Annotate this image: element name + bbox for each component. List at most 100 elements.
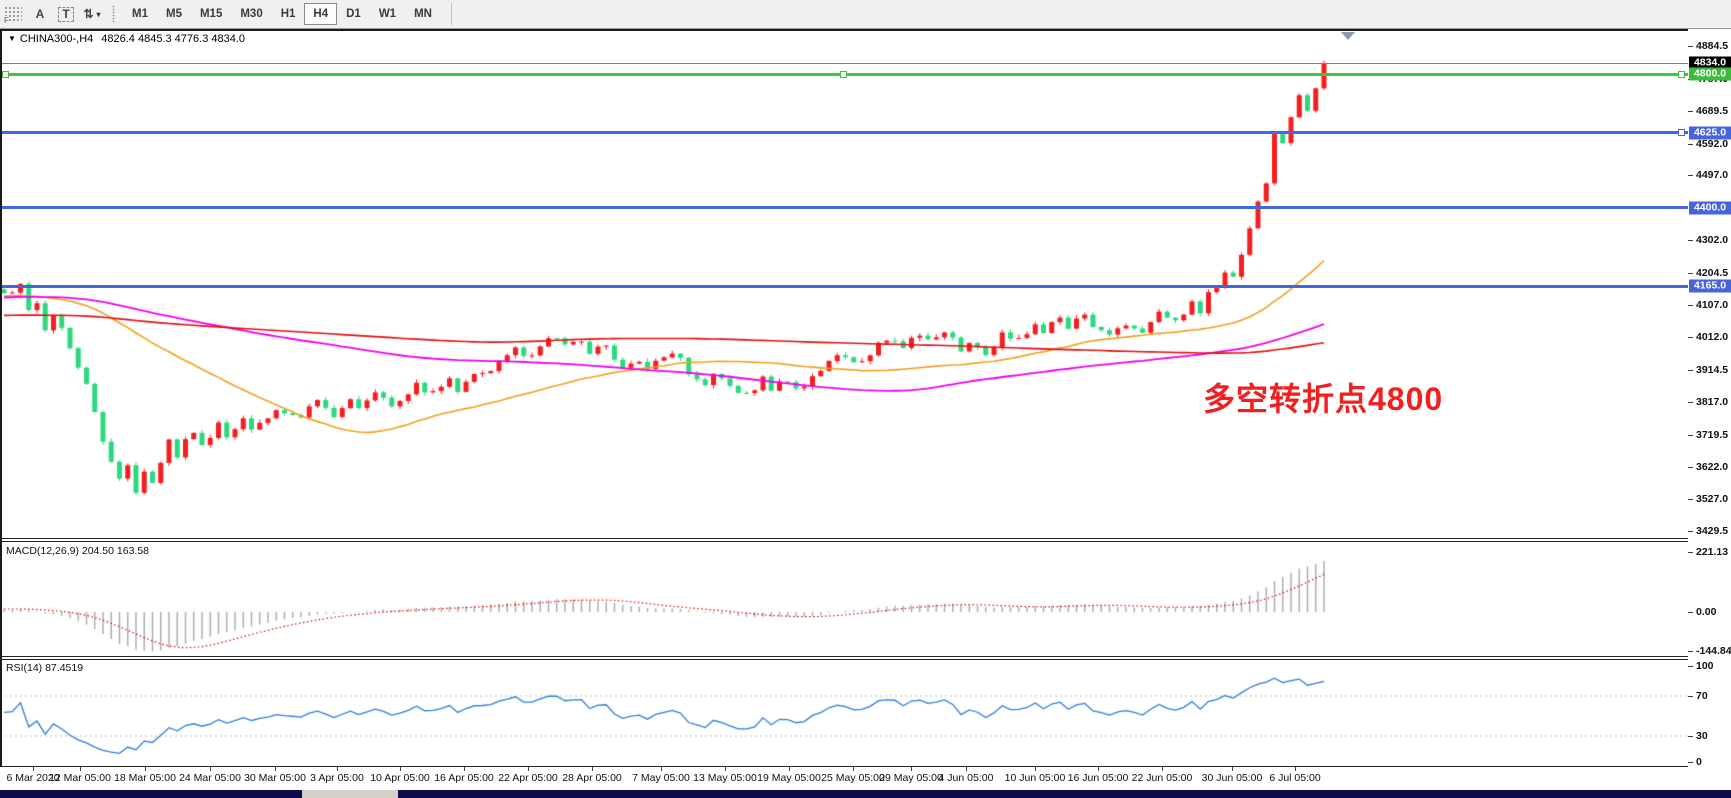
panel-splitter-macd-rsi[interactable] — [0, 659, 1731, 660]
price-tick-label: 3719.5 — [1696, 429, 1728, 441]
time-tick-mark — [789, 767, 790, 771]
toolbar-separator — [112, 5, 115, 23]
cursor-tool-icon: ⇅ — [83, 7, 93, 21]
time-tick-label: 10 Jun 05:00 — [1005, 772, 1066, 784]
text-tool-button[interactable]: A — [28, 3, 52, 25]
time-tick-label: 30 Mar 05:00 — [244, 772, 306, 784]
time-tick-label: 4 Jun 05:00 — [939, 772, 994, 784]
time-tick-label: 13 May 05:00 — [693, 772, 757, 784]
price-tick-mark — [1688, 175, 1693, 176]
time-tick-label: 16 Apr 05:00 — [434, 772, 494, 784]
macd-tick-label: -144.84 — [1696, 645, 1731, 657]
chart-text-annotation[interactable]: 多空转折点4800 — [1203, 374, 1443, 420]
time-tick-mark — [1295, 767, 1296, 771]
time-tick-mark — [1035, 767, 1036, 771]
panel-splitter-main-macd[interactable] — [0, 541, 1731, 542]
timeframe-button-group: M1M5M15M30H1H4D1W1MN — [123, 3, 441, 25]
price-tick-label: 3622.0 — [1696, 461, 1728, 473]
price-tick-label: 3914.5 — [1696, 364, 1728, 376]
time-tick-label: 28 Apr 05:00 — [562, 772, 622, 784]
panel-splitter-macd-rsi[interactable] — [0, 656, 1731, 657]
toolbar-separator — [451, 3, 452, 25]
time-tick-label: 10 Apr 05:00 — [370, 772, 430, 784]
timeframe-button-h1[interactable]: H1 — [272, 3, 305, 25]
timeframe-button-m1[interactable]: M1 — [123, 3, 157, 25]
time-tick-mark — [911, 767, 912, 771]
macd-tick-label: 0.00 — [1696, 606, 1716, 618]
level-line-4625-handle[interactable] — [1678, 129, 1685, 136]
price-tick-label: 4592.0 — [1696, 138, 1728, 150]
timeframe-button-m30[interactable]: M30 — [231, 3, 271, 25]
time-tick-label: 25 May 05:00 — [821, 772, 885, 784]
resistance-line-4800-handle[interactable] — [1678, 71, 1685, 78]
time-tick-label: 22 Jun 05:00 — [1132, 772, 1193, 784]
bottom-window-edge-gap — [302, 790, 398, 798]
price-tick-mark — [1688, 240, 1693, 241]
bottom-window-edge — [0, 790, 1731, 798]
resistance-line-4800-handle[interactable] — [2, 71, 9, 78]
time-tick-mark — [725, 767, 726, 771]
timeframe-button-m15[interactable]: M15 — [191, 3, 231, 25]
level-line-4400[interactable] — [2, 206, 1688, 209]
rsi-tick-label: 70 — [1696, 690, 1708, 702]
time-tick-mark — [400, 767, 401, 771]
price-tick-mark — [1688, 696, 1693, 697]
price-tick-label: 4012.0 — [1696, 331, 1728, 343]
time-tick-label: 22 Apr 05:00 — [498, 772, 558, 784]
time-tick-mark — [80, 767, 81, 771]
price-tick-mark — [1688, 305, 1693, 306]
current-price-line[interactable] — [2, 63, 1688, 64]
price-tick-mark — [1688, 762, 1693, 763]
time-tick-mark — [210, 767, 211, 771]
time-tick-label: 19 May 05:00 — [757, 772, 821, 784]
price-tick-mark — [1688, 531, 1693, 532]
price-axis: 4884.54787.04689.54592.04497.04302.04204… — [1688, 29, 1731, 767]
price-tick-mark — [1688, 144, 1693, 145]
textbox-tool-button[interactable]: T — [54, 3, 78, 25]
cursor-tool-button[interactable]: ⇅ ▾ — [80, 3, 104, 25]
time-tick-mark — [1232, 767, 1233, 771]
chart-shift-marker-icon[interactable] — [1341, 32, 1355, 40]
time-tick-label: 30 Jun 05:00 — [1202, 772, 1263, 784]
time-tick-label: 6 Jul 05:00 — [1269, 772, 1320, 784]
level-line-4625[interactable] — [2, 131, 1688, 134]
price-tick-mark — [1688, 435, 1693, 436]
price-tick-label: 3527.0 — [1696, 493, 1728, 505]
rsi-tick-label: 0 — [1696, 756, 1702, 768]
time-tick-mark — [275, 767, 276, 771]
time-tick-mark — [33, 767, 34, 771]
price-tick-mark — [1688, 402, 1693, 403]
toolbar: F A T ⇅ ▾ M1M5M15M30H1H4D1W1MN — [0, 0, 1731, 29]
dropdown-caret-icon: ▾ — [97, 10, 101, 19]
price-tick-label: 3429.5 — [1696, 525, 1728, 537]
timeframe-button-d1[interactable]: D1 — [337, 3, 370, 25]
time-tick-mark — [853, 767, 854, 771]
time-tick-mark — [966, 767, 967, 771]
chart-menu-triangle-icon[interactable]: ▼ — [8, 34, 16, 43]
mt4-window: F A T ⇅ ▾ M1M5M15M30H1H4D1W1MN ▼CHINA300… — [0, 0, 1731, 798]
toolbar-grip-icon[interactable]: F — [4, 6, 22, 22]
timeframe-button-m5[interactable]: M5 — [157, 3, 191, 25]
price-tick-mark — [1688, 337, 1693, 338]
price-tick-label: 4302.0 — [1696, 234, 1728, 246]
price-badge-4400.0: 4400.0 — [1689, 201, 1731, 214]
macd-indicator-label: MACD(12,26,9) 204.50 163.58 — [6, 545, 149, 557]
level-line-4165[interactable] — [2, 285, 1688, 288]
timeframe-button-h4[interactable]: H4 — [304, 3, 337, 25]
time-tick-mark — [337, 767, 338, 771]
price-tick-mark — [1688, 612, 1693, 613]
time-tick-mark — [1162, 767, 1163, 771]
time-axis: 6 Mar 202012 Mar 05:0018 Mar 05:0024 Mar… — [0, 767, 1731, 790]
time-tick-mark — [1098, 767, 1099, 771]
timeframe-button-w1[interactable]: W1 — [370, 3, 405, 25]
macd-tick-label: 221.13 — [1696, 546, 1728, 558]
rsi-tick-label: 100 — [1696, 660, 1714, 672]
time-tick-label: 24 Mar 05:00 — [179, 772, 241, 784]
price-tick-label: 4204.5 — [1696, 267, 1728, 279]
price-tick-mark — [1688, 499, 1693, 500]
textbox-tool-label: T — [58, 7, 73, 22]
resistance-line-4800-handle[interactable] — [840, 71, 847, 78]
timeframe-button-mn[interactable]: MN — [405, 3, 441, 25]
price-tick-mark — [1688, 666, 1693, 667]
panel-splitter-main-macd[interactable] — [0, 538, 1731, 539]
